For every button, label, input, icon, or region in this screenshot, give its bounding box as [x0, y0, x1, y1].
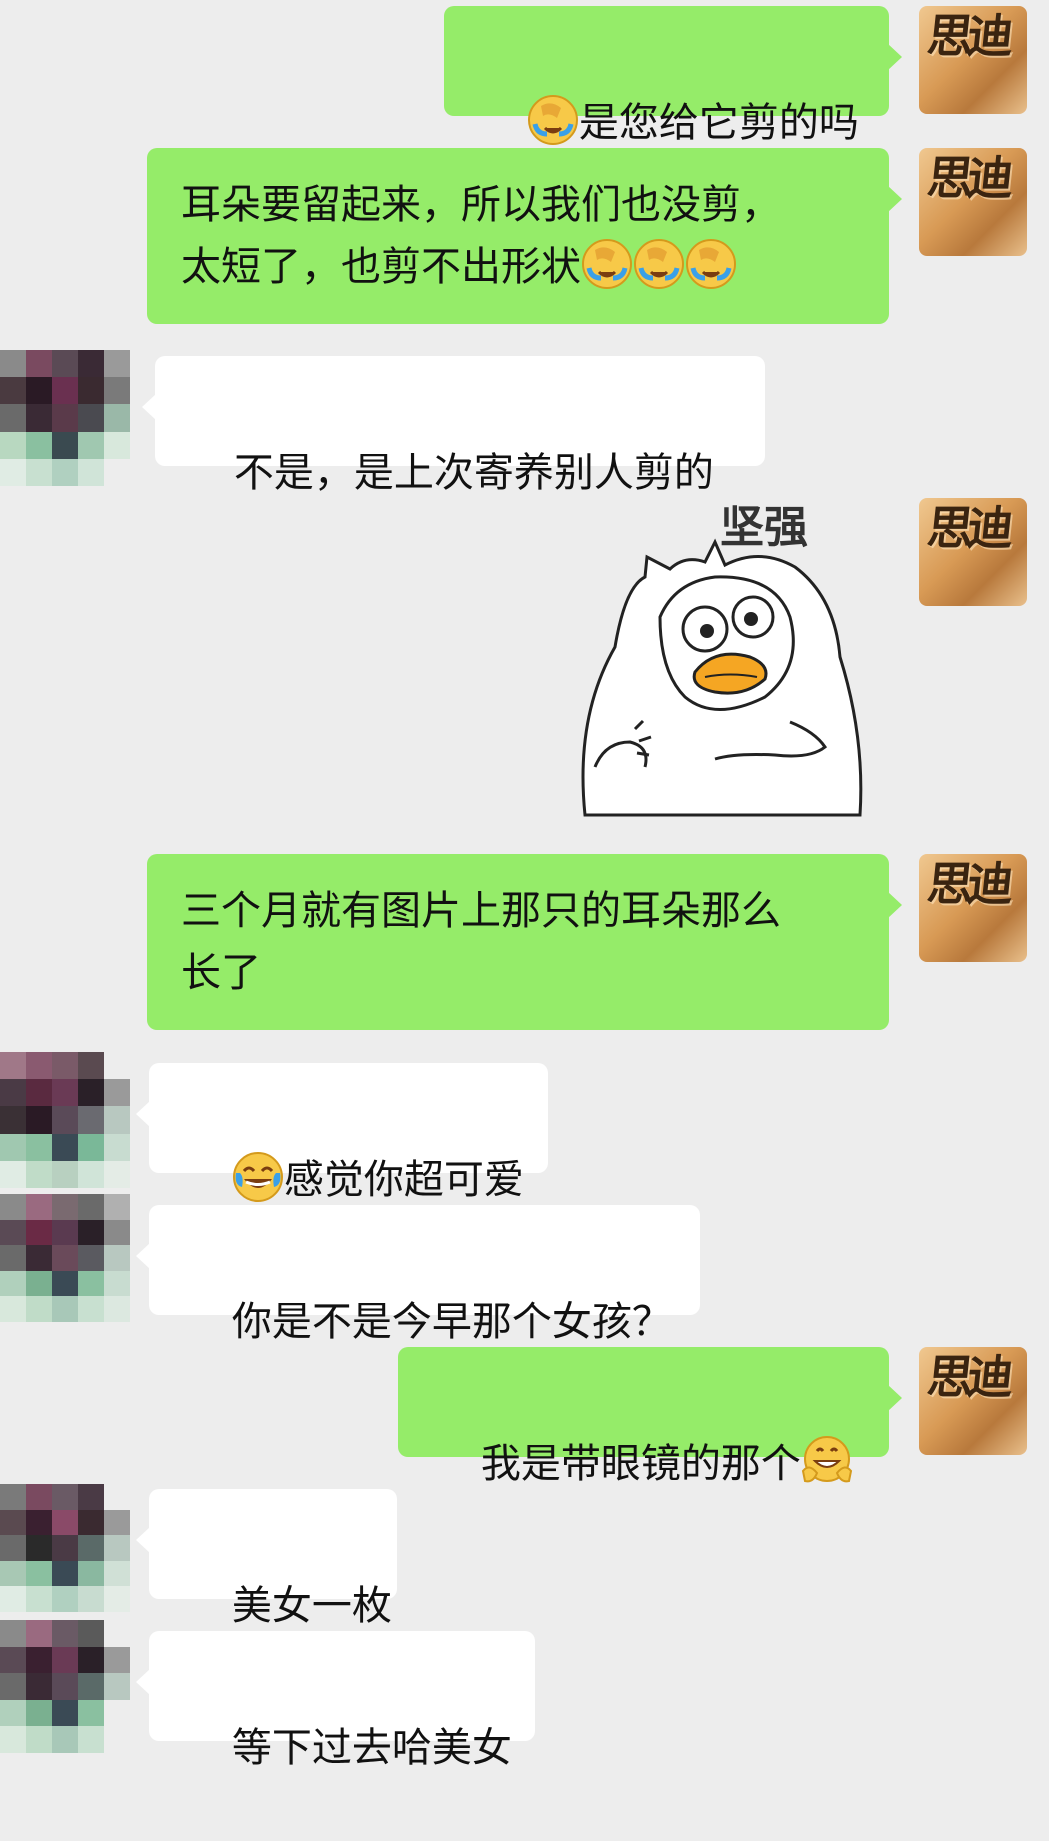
- message-text-line-1: 耳朵要留起来，所以我们也没剪，: [181, 182, 781, 228]
- avatar-logo: 思迪: [924, 9, 1011, 63]
- facepalm-cry-emoji: [527, 95, 578, 145]
- contact-avatar[interactable]: [0, 1194, 130, 1322]
- contact-avatar[interactable]: [0, 350, 130, 486]
- my-avatar[interactable]: 思迪: [919, 854, 1027, 962]
- sticker-caption: 坚强: [720, 502, 808, 553]
- duck-sticker-image: 坚强: [581, 502, 863, 817]
- message-bubble[interactable]: 是您给它剪的吗: [444, 6, 902, 146]
- avatar-logo: 思迪: [924, 501, 1011, 555]
- message-bubble[interactable]: 不是，是上次寄养别人剪的: [142, 356, 765, 496]
- grinning-hands-emoji: [801, 1436, 852, 1483]
- avatar-logo: 思迪: [924, 1350, 1011, 1404]
- contact-avatar[interactable]: [0, 1052, 130, 1188]
- message-bubble[interactable]: 你是不是今早那个女孩？: [136, 1205, 700, 1345]
- message-text: 我是带眼镜的那个: [480, 1441, 801, 1487]
- my-avatar[interactable]: 思迪: [919, 6, 1027, 114]
- my-avatar[interactable]: 思迪: [919, 148, 1027, 256]
- chat-window: 思迪 是您给它剪的吗 思迪 耳朵要留起来，所以我们也没剪， 太短了，也剪不出形状: [0, 0, 1049, 1771]
- avatar-logo: 思迪: [924, 151, 1011, 205]
- message-bubble[interactable]: 等下过去哈美女: [136, 1631, 535, 1771]
- message-text: 你是不是今早那个女孩？: [231, 1299, 672, 1345]
- message-bubble[interactable]: 美女一枚: [136, 1489, 397, 1629]
- message-text: 美女一枚: [231, 1583, 392, 1629]
- contact-avatar[interactable]: [0, 1484, 130, 1612]
- duck-flexing-sticker[interactable]: 坚强: [575, 497, 885, 822]
- message-bubble[interactable]: 我是带眼镜的那个: [398, 1347, 902, 1487]
- contact-avatar[interactable]: [0, 1620, 130, 1753]
- message-text-line-2: 太短了，也剪不出形状: [181, 244, 581, 290]
- facepalm-cry-emoji: [686, 239, 736, 289]
- message-text: 感觉你超可爱: [283, 1157, 524, 1203]
- facepalm-cry-emoji: [634, 239, 684, 289]
- message-bubble[interactable]: 耳朵要留起来，所以我们也没剪， 太短了，也剪不出形状: [147, 148, 902, 324]
- my-avatar[interactable]: 思迪: [919, 1347, 1027, 1455]
- message-bubble[interactable]: 感觉你超可爱: [136, 1063, 548, 1203]
- avatar-logo: 思迪: [924, 857, 1011, 911]
- message-text: 不是，是上次寄养别人剪的: [233, 450, 714, 496]
- message-text: 是您给它剪的吗: [578, 100, 859, 146]
- my-avatar[interactable]: 思迪: [919, 498, 1027, 606]
- message-bubble[interactable]: 三个月就有图片上那只的耳朵那么 长了: [147, 854, 902, 1030]
- message-text-line-2: 长了: [181, 950, 261, 996]
- message-text: 等下过去哈美女: [231, 1725, 512, 1771]
- tears-of-joy-emoji: [232, 1152, 283, 1202]
- facepalm-cry-emoji: [582, 239, 632, 289]
- message-text-line-1: 三个月就有图片上那只的耳朵那么: [181, 888, 781, 934]
